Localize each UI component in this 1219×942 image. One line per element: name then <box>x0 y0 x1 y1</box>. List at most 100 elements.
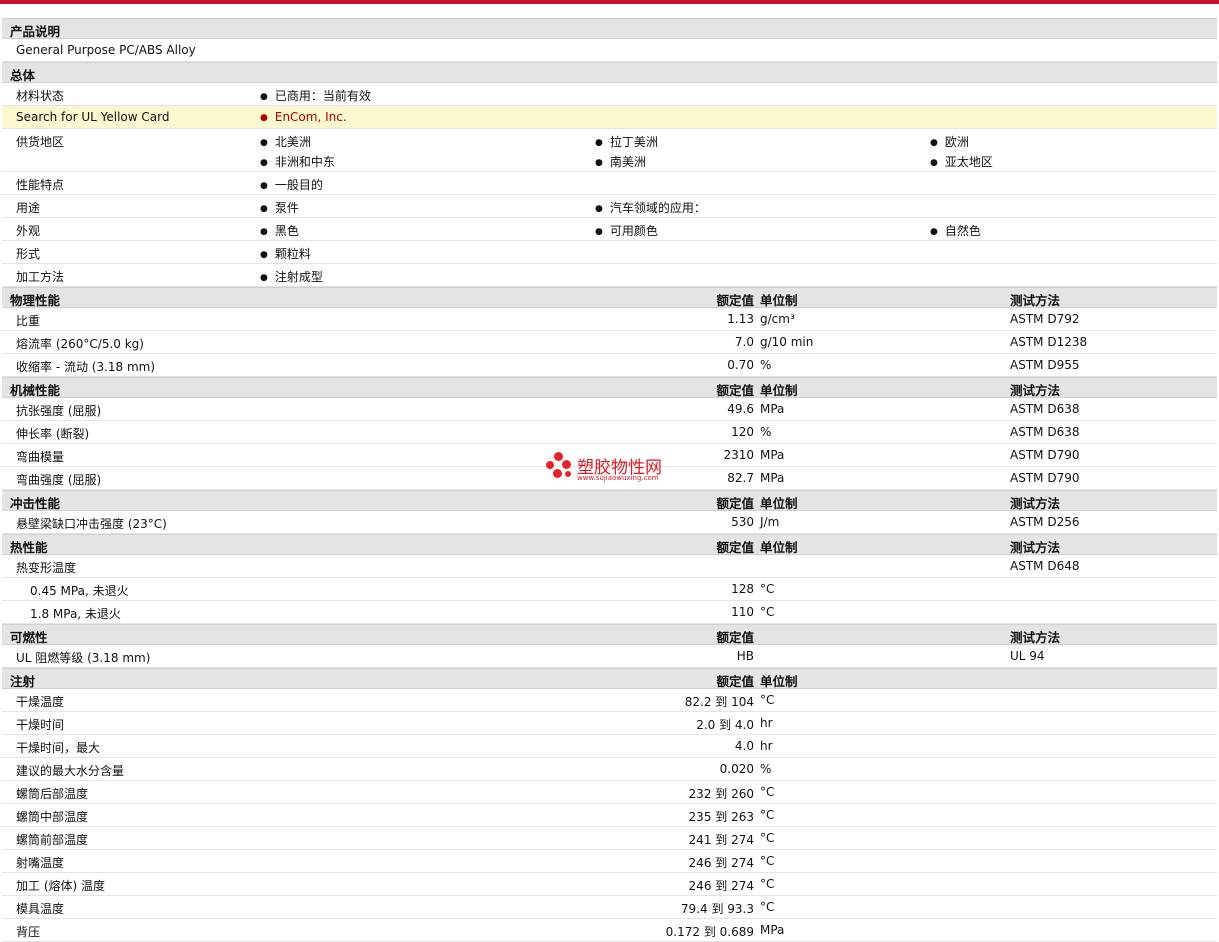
property-row: 0.45 MPa, 未退火 128 °C <box>2 578 1217 601</box>
header-nominal: 额定值 <box>716 540 754 555</box>
property-row: 干燥温度 82.2 到 104 °C <box>2 689 1217 712</box>
bullet-item: 泵件 <box>260 199 299 216</box>
section-flammability: 可燃性 额定值 测试方法 <box>2 624 1217 645</box>
header-nominal: 额定值 <box>716 674 754 689</box>
property-unit: °C <box>760 808 775 822</box>
header-test: 测试方法 <box>1010 540 1061 555</box>
header-nominal: 额定值 <box>716 496 754 511</box>
section-title: 冲击性能 <box>10 496 61 511</box>
section-physical: 物理性能 额定值 单位制 测试方法 <box>2 287 1217 308</box>
bullet-item: 亚太地区 <box>930 153 993 170</box>
general-row-material-status: 材料状态 已商用：当前有效 <box>2 83 1217 106</box>
property-value: 128 <box>731 582 754 596</box>
section-thermal: 热性能 额定值 单位制 测试方法 <box>2 534 1217 555</box>
section-injection: 注射 额定值 单位制 <box>2 668 1217 689</box>
property-label: 螺筒前部温度 <box>16 833 89 847</box>
row-label: 加工方法 <box>16 270 65 284</box>
header-nominal: 额定值 <box>716 293 754 308</box>
product-description-text: General Purpose PC/ABS Alloy <box>16 43 196 57</box>
bullet-item: 拉丁美洲 <box>595 133 658 150</box>
property-unit: J/m <box>760 515 780 529</box>
property-row: 螺筒前部温度 241 到 274 °C <box>2 827 1217 850</box>
bullet-item: 已商用：当前有效 <box>260 87 371 104</box>
property-label: 弯曲强度 (屈服) <box>16 473 102 487</box>
property-test-method: ASTM D648 <box>1010 559 1080 573</box>
property-value: 2310 <box>723 448 754 462</box>
property-row: 热变形温度 ASTM D648 <box>2 555 1217 578</box>
property-value: 82.7 <box>727 471 754 485</box>
property-row: 干燥时间，最大 4.0 hr <box>2 735 1217 758</box>
property-label: UL 阻燃等级 (3.18 mm) <box>16 651 151 665</box>
watermark-url: www.sujiaowuxing.com <box>577 474 659 482</box>
property-unit: g/cm³ <box>760 312 795 326</box>
supplier-link[interactable]: EnCom, Inc. <box>260 110 347 124</box>
logo-dot <box>553 469 562 478</box>
property-row: 背压 0.172 到 0.689 MPa <box>2 919 1217 942</box>
logo-dot <box>565 471 571 477</box>
row-label: 性能特点 <box>16 178 65 192</box>
property-unit: hr <box>760 716 773 730</box>
general-row-features: 性能特点 一般目的 <box>2 172 1217 195</box>
property-test-method: ASTM D638 <box>1010 425 1080 439</box>
property-row: UL 阻燃等级 (3.18 mm) HB UL 94 <box>2 645 1217 668</box>
property-unit: °C <box>760 693 775 707</box>
ul-yellow-card-link[interactable]: Search for UL Yellow Card <box>16 110 169 124</box>
property-label: 加工 (熔体) 温度 <box>16 879 105 893</box>
property-test-method: ASTM D790 <box>1010 471 1080 485</box>
top-accent-bar <box>0 0 1219 4</box>
property-test-method: ASTM D1238 <box>1010 335 1088 349</box>
header-test: 测试方法 <box>1010 630 1061 645</box>
bullet-item: 可用颜色 <box>595 222 658 239</box>
property-test-method: ASTM D792 <box>1010 312 1080 326</box>
property-value: 49.6 <box>727 402 754 416</box>
property-label: 模具温度 <box>16 902 65 916</box>
property-unit: MPa <box>760 923 785 937</box>
property-label: 螺筒中部温度 <box>16 810 89 824</box>
general-row-processing-method: 加工方法 注射成型 <box>2 264 1217 287</box>
property-label: 螺筒后部温度 <box>16 787 89 801</box>
property-row: 螺筒中部温度 235 到 263 °C <box>2 804 1217 827</box>
section-title: 物理性能 <box>10 293 61 308</box>
property-label: 干燥温度 <box>16 695 65 709</box>
property-value: 2.0 到 4.0 <box>696 718 754 732</box>
property-unit: °C <box>760 900 775 914</box>
logo-dot <box>554 452 563 461</box>
property-label: 伸长率 (断裂) <box>16 427 90 441</box>
section-title: 机械性能 <box>10 383 61 398</box>
section-general: 总体 <box>2 62 1217 83</box>
property-unit: °C <box>760 605 775 619</box>
property-value: 0.172 到 0.689 <box>665 925 754 939</box>
property-label: 射嘴温度 <box>16 856 65 870</box>
property-unit: MPa <box>760 448 785 462</box>
bullet-item: 颗粒料 <box>260 245 311 262</box>
section-mechanical: 机械性能 额定值 单位制 测试方法 <box>2 377 1217 398</box>
section-title: 总体 <box>10 68 36 83</box>
section-product-description: 产品说明 <box>2 18 1217 39</box>
bullet-item: 自然色 <box>930 222 981 239</box>
property-value: 0.70 <box>727 358 754 372</box>
property-value: 4.0 <box>734 739 754 753</box>
bullet-item: 南美洲 <box>595 153 646 170</box>
property-unit: MPa <box>760 402 785 416</box>
property-label: 干燥时间，最大 <box>16 741 101 755</box>
header-nominal: 额定值 <box>716 383 754 398</box>
header-unit: 单位制 <box>760 674 798 689</box>
property-row: 射嘴温度 246 到 274 °C <box>2 850 1217 873</box>
property-value: 246 到 274 <box>688 856 754 870</box>
property-unit: % <box>760 358 772 372</box>
property-label: 抗张强度 (屈服) <box>16 404 102 418</box>
header-unit: 单位制 <box>760 293 798 308</box>
property-row: 熔流率 (260°C/5.0 kg) 7.0 g/10 min ASTM D12… <box>2 331 1217 354</box>
row-label: 材料状态 <box>16 89 65 103</box>
bullet-item: 欧洲 <box>930 133 969 150</box>
property-unit: °C <box>760 785 775 799</box>
property-row: 模具温度 79.4 到 93.3 °C <box>2 896 1217 919</box>
property-unit: °C <box>760 582 775 596</box>
property-sublabel: 1.8 MPa, 未退火 <box>30 607 121 621</box>
logo-dot <box>546 461 554 469</box>
bullet-item: 汽车领域的应用： <box>595 199 706 216</box>
property-value: 530 <box>731 515 754 529</box>
property-unit: °C <box>760 854 775 868</box>
bullet-item: 非洲和中东 <box>260 153 335 170</box>
property-unit: % <box>760 425 772 439</box>
